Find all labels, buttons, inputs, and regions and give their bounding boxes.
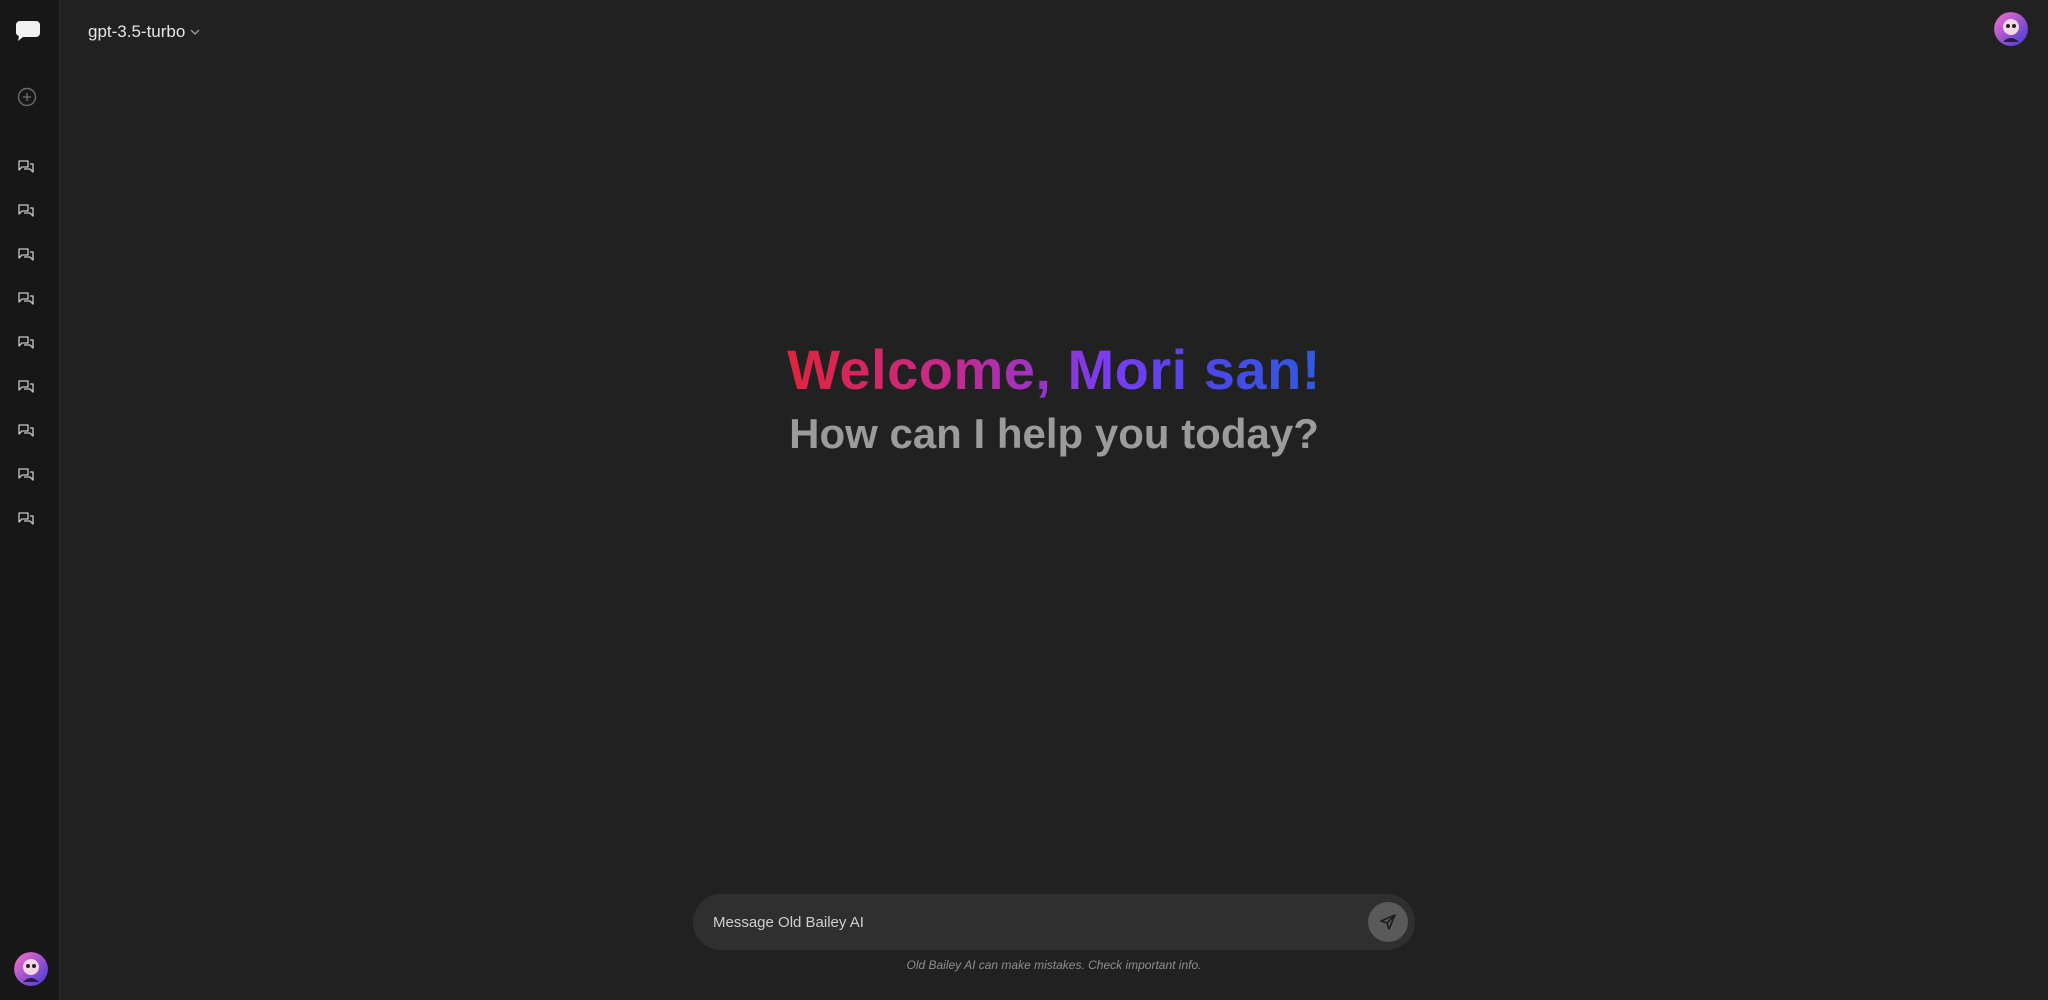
plus-circle-icon <box>17 87 37 107</box>
chat-history-item[interactable] <box>13 375 39 401</box>
send-icon <box>1380 914 1396 930</box>
chat-icon <box>18 204 34 217</box>
chat-icon <box>18 292 34 305</box>
model-selector[interactable]: gpt-3.5-turbo <box>88 22 201 42</box>
disclaimer-text: Old Bailey AI can make mistakes. Check i… <box>906 958 1202 972</box>
chat-icon <box>18 248 34 261</box>
sidebar <box>0 0 60 1000</box>
new-chat-button[interactable] <box>14 84 40 110</box>
chat-history-item[interactable] <box>13 507 39 533</box>
send-button[interactable] <box>1368 902 1408 942</box>
chat-icon <box>18 468 34 481</box>
chat-history-item[interactable] <box>13 155 39 181</box>
chat-bubble-logo-icon[interactable] <box>14 18 42 44</box>
message-input[interactable] <box>713 913 1368 931</box>
user-avatar[interactable] <box>1994 12 2028 46</box>
welcome-section: Welcome, Mori san! How can I help you to… <box>60 336 2048 462</box>
welcome-subtitle: How can I help you today? <box>789 410 1319 457</box>
chat-icon <box>18 380 34 393</box>
chat-history-item[interactable] <box>13 331 39 357</box>
chat-history-item[interactable] <box>13 199 39 225</box>
chat-icon <box>18 336 34 349</box>
chat-history-item[interactable] <box>13 243 39 269</box>
sidebar-user-avatar[interactable] <box>14 952 48 986</box>
chat-history-list <box>13 155 39 551</box>
message-composer <box>693 894 1415 950</box>
chat-history-item[interactable] <box>13 287 39 313</box>
model-name: gpt-3.5-turbo <box>88 22 186 41</box>
chat-icon <box>18 160 34 173</box>
chevron-down-icon <box>190 29 200 35</box>
chat-icon <box>18 424 34 437</box>
welcome-title: Welcome, Mori san! <box>787 336 1321 404</box>
chat-history-item[interactable] <box>13 463 39 489</box>
chat-icon <box>18 512 34 525</box>
chat-history-item[interactable] <box>13 419 39 445</box>
